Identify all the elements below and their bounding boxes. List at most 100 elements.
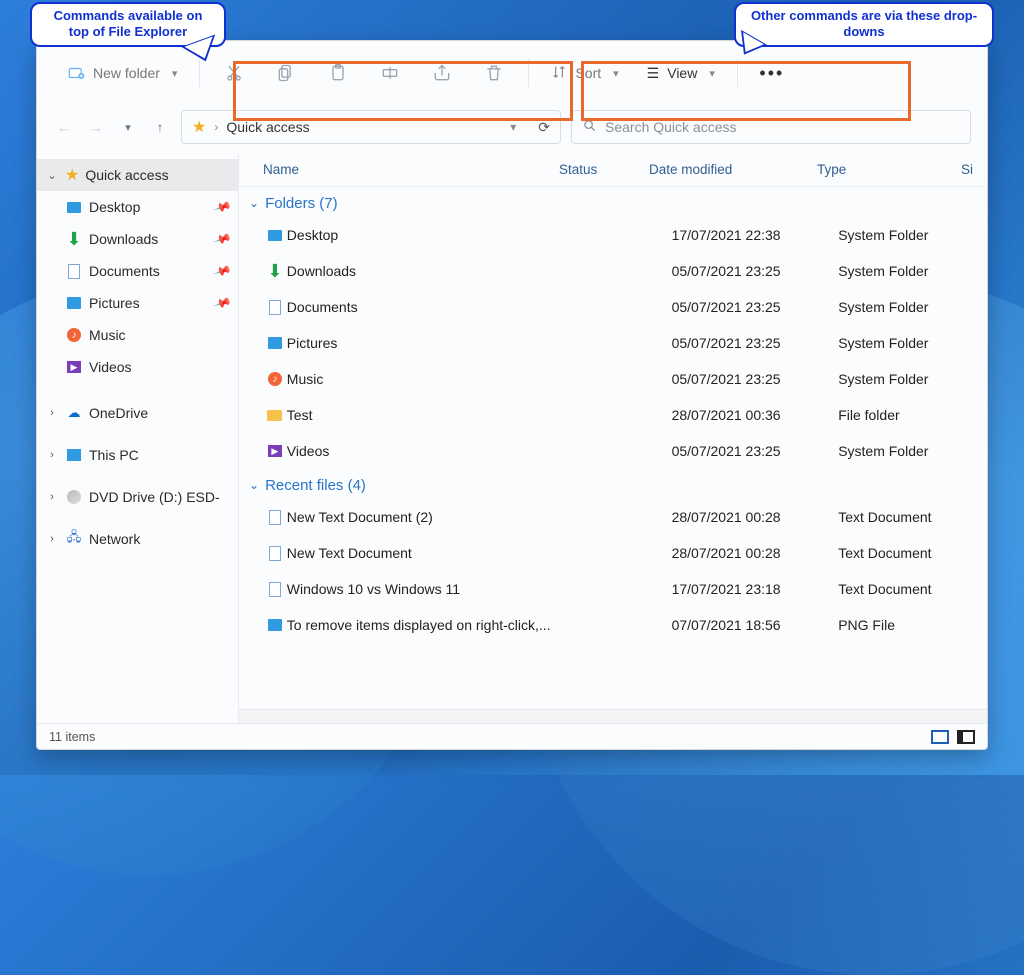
chevron-down-icon: ⌄ bbox=[249, 478, 259, 492]
chevron-right-icon: › bbox=[45, 533, 59, 545]
copy-button[interactable] bbox=[262, 53, 310, 93]
recent-locations-button[interactable]: ▾ bbox=[117, 111, 139, 143]
list-item[interactable]: Documents05/07/2021 23:25System Folder bbox=[245, 289, 981, 325]
item-date: 28/07/2021 00:36 bbox=[672, 407, 839, 423]
thumbnails-view-toggle[interactable] bbox=[957, 730, 975, 744]
horizontal-scrollbar[interactable] bbox=[239, 709, 987, 723]
column-type[interactable]: Type bbox=[817, 162, 961, 177]
status-text: 11 items bbox=[49, 730, 95, 744]
network-icon: 🖧 bbox=[65, 530, 83, 548]
item-type: Text Document bbox=[838, 545, 981, 561]
chevron-down-icon: ⌄ bbox=[249, 196, 259, 210]
list-item[interactable]: ♪Music05/07/2021 23:25System Folder bbox=[245, 361, 981, 397]
view-button[interactable]: ☰ View ▾ bbox=[635, 53, 727, 93]
share-button[interactable] bbox=[418, 53, 466, 93]
breadcrumb[interactable]: ★ › Quick access ▾ ⟳ bbox=[181, 110, 561, 144]
paste-button[interactable] bbox=[314, 53, 362, 93]
file-explorer-window: New folder ▾ Sort ▾ ☰ View ▾ ••• ← → ▾ ↑… bbox=[36, 40, 988, 750]
chevron-down-icon: ▾ bbox=[709, 67, 715, 80]
column-status[interactable]: Status bbox=[559, 162, 649, 177]
sidebar-item-this-pc[interactable]: › This PC bbox=[37, 439, 238, 471]
search-icon bbox=[582, 118, 597, 136]
item-type: PNG File bbox=[838, 617, 981, 633]
chevron-right-icon: › bbox=[45, 449, 59, 461]
list-item[interactable]: Windows 10 vs Windows 11 17/07/2021 23:18… bbox=[245, 571, 981, 607]
text-file-icon bbox=[269, 510, 281, 525]
item-date: 17/07/2021 23:18 bbox=[672, 581, 839, 597]
group-header-folders[interactable]: ⌄Folders (7) bbox=[245, 189, 981, 217]
chevron-right-icon: › bbox=[45, 491, 59, 503]
pictures-icon bbox=[67, 297, 81, 309]
list-item[interactable]: ⬇Downloads05/07/2021 23:25System Folder bbox=[245, 253, 981, 289]
sidebar-item-music[interactable]: ♪ Music bbox=[37, 319, 238, 351]
sidebar-item-label: This PC bbox=[89, 447, 139, 463]
list-item[interactable]: To remove items displayed on right-click… bbox=[245, 607, 981, 643]
pin-icon: 📌 bbox=[213, 261, 232, 280]
sidebar-item-videos[interactable]: ▶ Videos bbox=[37, 351, 238, 383]
sidebar-item-downloads[interactable]: ⬇ Downloads 📌 bbox=[37, 223, 238, 255]
sidebar-item-network[interactable]: › 🖧 Network bbox=[37, 523, 238, 555]
sidebar-item-onedrive[interactable]: › ☁ OneDrive bbox=[37, 397, 238, 429]
item-type: Text Document bbox=[838, 509, 981, 525]
status-bar: 11 items bbox=[37, 723, 987, 749]
item-date: 05/07/2021 23:25 bbox=[672, 371, 839, 387]
view-icon: ☰ bbox=[647, 65, 660, 82]
this-pc-icon bbox=[67, 449, 81, 461]
new-folder-label: New folder bbox=[93, 65, 160, 81]
item-name: Windows 10 vs Windows 11 bbox=[287, 581, 583, 597]
sidebar-item-label: Music bbox=[89, 327, 126, 343]
image-file-icon bbox=[268, 619, 282, 631]
sidebar-item-documents[interactable]: Documents 📌 bbox=[37, 255, 238, 287]
list-item[interactable]: New Text Document (2)28/07/2021 00:28Tex… bbox=[245, 499, 981, 535]
column-date[interactable]: Date modified bbox=[649, 162, 817, 177]
rename-button[interactable] bbox=[366, 53, 414, 93]
sidebar-item-label: DVD Drive (D:) ESD-I bbox=[89, 489, 219, 505]
back-button[interactable]: ← bbox=[53, 111, 75, 143]
desktop-icon bbox=[268, 230, 282, 241]
sidebar-item-dvd-drive[interactable]: › DVD Drive (D:) ESD-I bbox=[37, 481, 238, 513]
item-date: 28/07/2021 00:28 bbox=[672, 545, 839, 561]
forward-button[interactable]: → bbox=[85, 111, 107, 143]
disc-icon bbox=[67, 490, 81, 504]
column-headers[interactable]: Name Status Date modified Type Si bbox=[239, 153, 987, 187]
annotation-callout-right: Other commands are via these drop-downs bbox=[734, 2, 994, 47]
document-icon bbox=[68, 264, 80, 279]
details-view-toggle[interactable] bbox=[931, 730, 949, 744]
cut-button[interactable] bbox=[210, 53, 258, 93]
new-folder-button[interactable]: New folder ▾ bbox=[55, 53, 189, 93]
list-item[interactable]: ▶Videos05/07/2021 23:25System Folder bbox=[245, 433, 981, 469]
group-header-recent[interactable]: ⌄Recent files (4) bbox=[245, 471, 981, 499]
onedrive-icon: ☁ bbox=[65, 404, 83, 422]
sidebar-item-pictures[interactable]: Pictures 📌 bbox=[37, 287, 238, 319]
item-name: New Text Document (2) bbox=[287, 509, 583, 525]
up-button[interactable]: ↑ bbox=[149, 111, 171, 143]
list-item[interactable]: Desktop17/07/2021 22:38System Folder bbox=[245, 217, 981, 253]
sidebar-item-desktop[interactable]: Desktop 📌 bbox=[37, 191, 238, 223]
item-date: 05/07/2021 23:25 bbox=[672, 299, 839, 315]
new-folder-icon bbox=[67, 64, 85, 82]
star-icon: ★ bbox=[65, 165, 79, 185]
sort-button[interactable]: Sort ▾ bbox=[539, 53, 630, 93]
delete-button[interactable] bbox=[470, 53, 518, 93]
command-bar: New folder ▾ Sort ▾ ☰ View ▾ ••• bbox=[37, 41, 987, 105]
item-type: File folder bbox=[838, 407, 981, 423]
list-item[interactable]: New Text Document28/07/2021 00:28Text Do… bbox=[245, 535, 981, 571]
column-size[interactable]: Si bbox=[961, 162, 987, 177]
chevron-down-icon: ⌄ bbox=[45, 169, 59, 182]
item-type: System Folder bbox=[838, 371, 981, 387]
sidebar-item-quick-access[interactable]: ⌄ ★ Quick access bbox=[37, 159, 238, 191]
chevron-down-icon[interactable]: ▾ bbox=[510, 120, 516, 134]
item-type: Text Document bbox=[838, 581, 981, 597]
search-input[interactable]: Search Quick access bbox=[571, 110, 971, 144]
list-item[interactable]: Test28/07/2021 00:36File folder bbox=[245, 397, 981, 433]
list-item[interactable]: Pictures05/07/2021 23:25System Folder bbox=[245, 325, 981, 361]
refresh-icon[interactable]: ⟳ bbox=[538, 119, 550, 136]
item-name: Desktop bbox=[287, 227, 583, 243]
navigation-pane: ⌄ ★ Quick access Desktop 📌 ⬇ Downloads 📌… bbox=[37, 153, 239, 723]
item-type: System Folder bbox=[838, 335, 981, 351]
item-name: Videos bbox=[287, 443, 583, 459]
column-name[interactable]: Name bbox=[263, 162, 559, 177]
pictures-icon bbox=[268, 337, 282, 349]
item-type: System Folder bbox=[838, 443, 981, 459]
text-file-icon bbox=[269, 546, 281, 561]
